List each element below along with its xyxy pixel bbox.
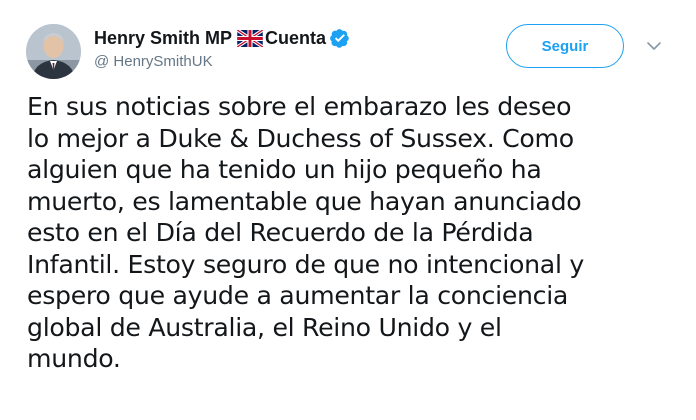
author-display-name[interactable]: Henry Smith MP: [94, 27, 232, 49]
tweet-text-line: lo mejor a Duke & Duchess of Sussex. Com…: [27, 123, 574, 153]
author-name-row[interactable]: Henry Smith MP Cuenta: [94, 27, 350, 49]
tweet-text-line: Infantil. Estoy seguro de que no intenci…: [27, 249, 584, 279]
tweet-text-line: alguien que ha tenido un hijo pequeño ha: [27, 155, 542, 184]
tweet-text-line: esto en el Día del Recuerdo de la Pérdid…: [27, 218, 534, 247]
author-info: Henry Smith MP Cuenta @ HenrySmithUK: [94, 27, 350, 72]
tweet-text-line: muerto, es lamentable que hayan anunciad…: [27, 186, 582, 216]
tweet-text-line: mundo.: [27, 344, 121, 373]
verified-badge-icon: [330, 28, 350, 48]
account-label: Cuenta: [265, 28, 327, 48]
tweet-text: En sus noticias sobre el embarazo les de…: [27, 91, 677, 375]
tweet-text-line: En sus noticias sobre el embarazo les de…: [27, 92, 572, 121]
tweet-text-line: espero que ayude a aumentar la concienci…: [27, 281, 569, 310]
follow-button[interactable]: Seguir: [506, 24, 624, 68]
uk-flag-icon: [237, 29, 264, 47]
chevron-down-icon[interactable]: [644, 36, 664, 56]
tweet-header: Henry Smith MP Cuenta @ HenrySmithUK Seg…: [26, 22, 696, 82]
tweet-text-line: global de Australia, el Reino Unido y el: [27, 312, 502, 342]
author-handle[interactable]: @ HenrySmithUK: [94, 52, 350, 72]
tweet-card: Henry Smith MP Cuenta @ HenrySmithUK Seg…: [0, 0, 696, 420]
avatar[interactable]: [26, 24, 81, 79]
